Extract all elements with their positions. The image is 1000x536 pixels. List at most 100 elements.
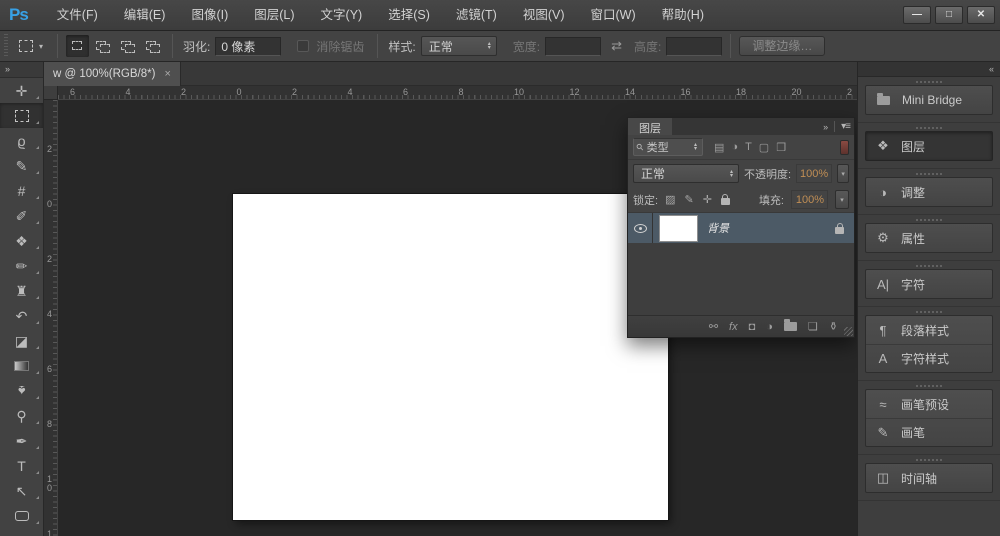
minimize-button[interactable]: — [903,6,931,24]
panel-collapse-icon[interactable]: » [823,122,828,132]
dock-item-character-label: 字符 [901,276,925,293]
fill-value[interactable]: 100% [791,190,828,209]
eyedropper-tool[interactable]: ✐ [0,203,43,228]
menu-item-0[interactable]: 文件(F) [44,0,111,30]
new-selection-mode-button[interactable] [66,35,89,57]
layer-style-icon[interactable]: fx [729,321,738,333]
document-canvas[interactable] [233,194,668,520]
blur-tool[interactable]: ♠ [0,378,43,403]
height-input[interactable] [666,37,722,56]
spot-healing-brush-tool[interactable]: ❖ [0,228,43,253]
crop-tool[interactable]: # [0,178,43,203]
menu-item-7[interactable]: 视图(V) [510,0,578,30]
new-layer-icon[interactable]: ❏ [808,320,818,333]
subtract-from-selection-mode-button[interactable] [116,35,139,57]
layer-filter-toggle[interactable] [840,140,849,155]
eraser-tool[interactable]: ◪ [0,328,43,353]
panel-menu-icon[interactable]: ▾≡ [841,121,850,132]
menu-item-4[interactable]: 文字(Y) [308,0,376,30]
move-tool[interactable]: ✛ [0,78,43,103]
dock-item-layers[interactable]: ❖图层 [866,132,992,160]
document-tab[interactable]: w @ 100%(RGB/8*) × [44,62,181,86]
width-input[interactable] [545,37,601,56]
lock-position-icon[interactable]: ✛ [703,193,712,206]
shape-tool[interactable] [0,503,43,528]
add-to-selection-mode-button[interactable] [91,35,114,57]
path-selection-tool[interactable]: ↖ [0,478,43,503]
tool-preset-picker[interactable]: ▾ [13,38,49,54]
options-bar-grip[interactable] [2,34,9,58]
dock-item-character-styles[interactable]: A字符样式 [866,344,992,372]
add-layer-mask-icon[interactable]: ◘ [749,321,756,333]
maximize-button[interactable]: □ [935,6,963,24]
dock-group-grip[interactable] [916,173,942,175]
new-adjustment-layer-icon[interactable]: ◑ [766,321,773,333]
type-tool[interactable]: T [0,453,43,478]
dock-group-grip[interactable] [916,265,942,267]
dock-group-grip[interactable] [916,385,942,387]
dock-group-grip[interactable] [916,459,942,461]
history-brush-tool[interactable]: ↶ [0,303,43,328]
dock-item-character[interactable]: A|字符 [866,270,992,298]
menu-item-8[interactable]: 窗口(W) [578,0,649,30]
dock-collapse[interactable]: « [858,62,1000,77]
clone-stamp-tool[interactable]: ♜ [0,278,43,303]
layer-filter-type-select[interactable]: ⚲ 类型 ▴▾ [633,138,703,156]
lock-all-icon[interactable] [721,198,730,205]
dock-group-grip[interactable] [916,311,942,313]
lock-pixels-icon[interactable]: ✎ [684,193,693,206]
brush-tool[interactable]: ✏ [0,253,43,278]
quick-selection-tool[interactable]: ✎ [0,153,43,178]
antialias-checkbox[interactable] [297,40,309,52]
pen-tool[interactable]: ✒ [0,428,43,453]
filter-smart-objects-icon[interactable]: ❒ [776,141,786,154]
dock-group-grip[interactable] [916,127,942,129]
close-tab-icon[interactable]: × [164,68,170,80]
swap-dimensions-icon[interactable]: ⇄ [611,38,622,54]
close-button[interactable]: ✕ [967,6,995,24]
menu-item-2[interactable]: 图像(I) [178,0,241,30]
dock-item-adjustments[interactable]: ◑调整 [866,178,992,206]
dock-item-paragraph-styles[interactable]: ¶段落样式 [866,316,992,344]
lasso-tool[interactable]: ϱ [0,128,43,153]
layer-row[interactable]: 背景 [628,213,854,243]
menu-item-3[interactable]: 图层(L) [241,0,307,30]
style-select[interactable]: 正常 ▴▾ [421,36,497,56]
blend-mode-select[interactable]: 正常 ▴▾ [633,164,739,183]
ruler-corner[interactable] [44,86,58,100]
marquee-tool[interactable] [0,103,43,128]
opacity-dropdown-icon[interactable]: ▾ [837,164,849,183]
dodge-tool[interactable]: ⚲ [0,403,43,428]
layers-panel-tab[interactable]: 图层 [628,118,672,135]
refine-edge-button[interactable]: 调整边缘… [739,36,825,56]
panel-resize-grip[interactable] [844,327,853,336]
dock-item-brush[interactable]: ✎画笔 [866,418,992,446]
vertical-ruler: 2024681012 [44,100,58,536]
new-group-icon[interactable] [784,322,797,331]
opacity-value[interactable]: 100% [796,164,832,183]
dock-group-grip[interactable] [916,81,942,83]
link-layers-icon[interactable]: ⚯ [709,320,718,333]
delete-layer-icon[interactable]: ⚱ [829,320,838,333]
fill-dropdown-icon[interactable]: ▾ [835,190,849,209]
gradient-tool[interactable] [0,353,43,378]
tools-panel-collapse[interactable]: » [0,62,43,78]
menu-item-5[interactable]: 选择(S) [375,0,443,30]
filter-type-layers-icon[interactable]: T [745,141,752,153]
menu-item-6[interactable]: 滤镜(T) [443,0,510,30]
layer-visibility-cell[interactable] [628,213,653,243]
filter-adjustment-layers-icon[interactable]: ◑ [731,141,738,153]
dock-item-properties[interactable]: ⚙属性 [866,224,992,252]
dock-item-timeline[interactable]: ◫时间轴 [866,464,992,492]
filter-shape-layers-icon[interactable]: ▢ [759,141,769,154]
lock-transparency-icon[interactable]: ▨ [665,193,675,206]
dock-item-mini-bridge[interactable]: Mini Bridge [866,86,992,114]
dock-group-grip[interactable] [916,219,942,221]
menu-item-9[interactable]: 帮助(H) [649,0,717,30]
intersect-selection-mode-button[interactable] [141,35,164,57]
filter-pixel-layers-icon[interactable]: ▤ [714,141,724,154]
layer-thumbnail[interactable] [659,215,698,242]
feather-input[interactable] [215,37,281,56]
menu-item-1[interactable]: 编辑(E) [111,0,179,30]
dock-item-brush-presets[interactable]: ≈画笔预设 [866,390,992,418]
